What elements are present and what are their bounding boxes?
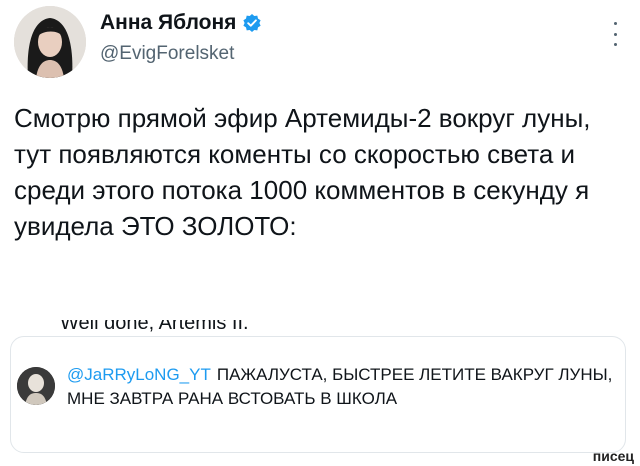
embedded-comment-card: @JaRRyLoNG_YT ПАЖАЛУСТА, БЫСТРЕЕ ЛЕТИТЕ В… — [10, 336, 626, 453]
author-handle[interactable]: @EvigForelsket — [100, 42, 262, 66]
verified-badge-icon — [242, 13, 262, 33]
display-name[interactable]: Анна Яблоня — [100, 10, 236, 36]
dot-icon — [613, 22, 617, 25]
commenter-handle[interactable]: @JaRRyLoNG_YT — [67, 365, 211, 384]
author-block: Анна Яблоня @EvigForelsket — [100, 10, 262, 66]
author-name-row: Анна Яблоня — [100, 10, 262, 36]
watermark: писец — [592, 448, 634, 464]
comment-text: @JaRRyLoNG_YT ПАЖАЛУСТА, БЫСТРЕЕ ЛЕТИТЕ В… — [67, 363, 619, 411]
dot-icon — [613, 43, 617, 46]
dot-icon — [613, 32, 617, 36]
author-avatar[interactable] — [14, 6, 86, 78]
commenter-avatar[interactable] — [17, 367, 55, 405]
more-vertical-icon[interactable] — [612, 22, 618, 46]
tweet-text: Смотрю прямой эфир Артемиды-2 вокруг лун… — [14, 103, 591, 241]
tweet-screenshot: Анна Яблоня @EvigForelsket Смотрю прямой… — [0, 0, 640, 466]
cut-off-comment-text: Well done, Artemis II. — [60, 320, 249, 334]
